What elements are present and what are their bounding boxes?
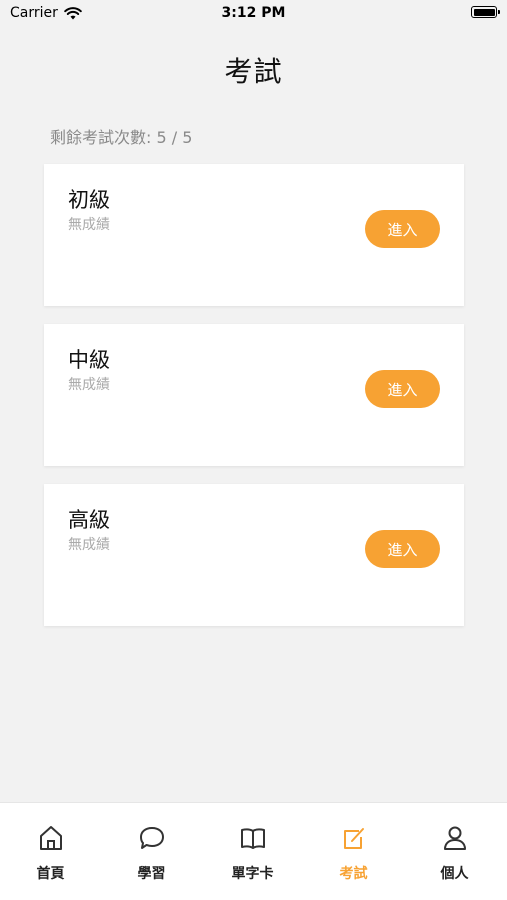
book-icon	[241, 828, 265, 849]
person-icon	[444, 826, 466, 850]
status-right	[471, 6, 500, 18]
exam-card-advanced: 高級 無成績 進入	[44, 484, 464, 626]
tab-label: 單字卡	[231, 866, 274, 882]
tab-label: 學習	[137, 866, 166, 882]
tab-flashcards[interactable]: 單字卡	[202, 803, 303, 900]
status-time: 3:12 PM	[221, 5, 286, 21]
exam-title: 中級	[68, 348, 110, 372]
exam-title: 初級	[68, 188, 110, 212]
exam-card-beginner: 初級 無成績 進入	[44, 164, 464, 306]
tab-label: 首頁	[36, 866, 65, 882]
exam-score: 無成績	[68, 217, 110, 233]
tab-bar: 首頁 學習 單字卡 考試 個人	[0, 802, 507, 900]
tab-label: 個人	[440, 866, 469, 882]
page-title: 考試	[224, 55, 283, 88]
status-bar: Carrier 3:12 PM	[0, 0, 507, 28]
exam-score: 無成績	[68, 537, 110, 553]
tab-learn[interactable]: 學習	[101, 803, 202, 900]
enter-button[interactable]: 進入	[365, 210, 440, 248]
tab-home[interactable]: 首頁	[0, 803, 101, 900]
battery-icon	[471, 6, 500, 18]
exam-score: 無成績	[68, 377, 110, 393]
tab-label: 考試	[339, 866, 368, 882]
enter-button[interactable]: 進入	[365, 370, 440, 408]
enter-button[interactable]: 進入	[365, 530, 440, 568]
home-icon	[40, 826, 62, 850]
exam-title: 高級	[68, 508, 110, 532]
tab-profile[interactable]: 個人	[404, 803, 505, 900]
remaining-attempts: 剩餘考試次數: 5 / 5	[50, 128, 193, 147]
exam-card-intermediate: 中級 無成績 進入	[44, 324, 464, 466]
tab-exam[interactable]: 考試	[303, 803, 404, 900]
chat-bubble-icon	[140, 827, 164, 849]
edit-icon	[344, 828, 364, 849]
